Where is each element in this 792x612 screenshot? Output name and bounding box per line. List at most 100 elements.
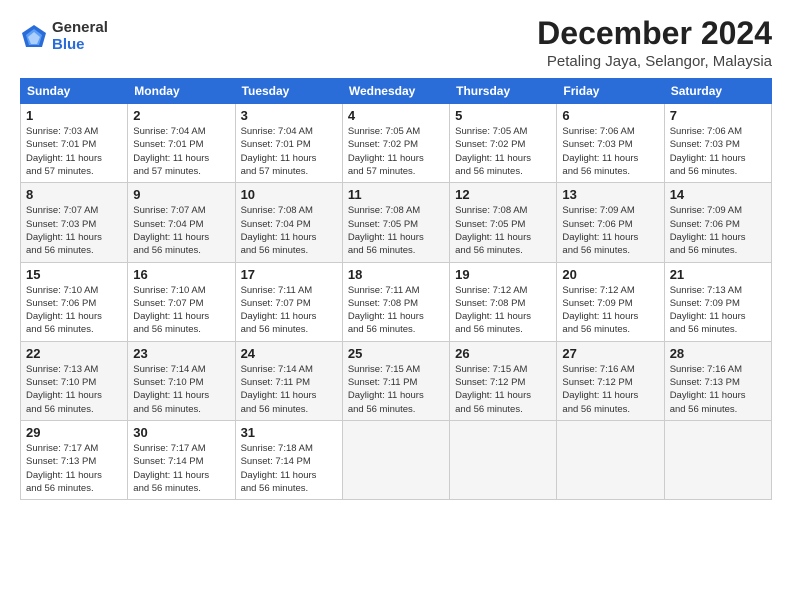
day-info: Sunrise: 7:03 AMSunset: 7:01 PMDaylight:… [26,125,122,178]
day-info: Sunrise: 7:16 AMSunset: 7:13 PMDaylight:… [670,363,766,416]
table-row: 22 Sunrise: 7:13 AMSunset: 7:10 PMDayligh… [21,341,128,420]
day-number: 31 [241,425,337,440]
day-number: 24 [241,346,337,361]
day-number: 6 [562,108,658,123]
day-number: 1 [26,108,122,123]
logo-blue: Blue [52,37,108,54]
day-info: Sunrise: 7:13 AMSunset: 7:10 PMDaylight:… [26,363,122,416]
table-row: 18 Sunrise: 7:11 AMSunset: 7:08 PMDayligh… [342,262,449,341]
day-info: Sunrise: 7:11 AMSunset: 7:07 PMDaylight:… [241,284,337,337]
calendar-week-4: 22 Sunrise: 7:13 AMSunset: 7:10 PMDayligh… [21,341,772,420]
table-row: 11 Sunrise: 7:08 AMSunset: 7:05 PMDayligh… [342,183,449,262]
day-info: Sunrise: 7:14 AMSunset: 7:11 PMDaylight:… [241,363,337,416]
col-monday: Monday [128,79,235,104]
col-friday: Friday [557,79,664,104]
main-title: December 2024 [537,16,772,51]
day-info: Sunrise: 7:07 AMSunset: 7:03 PMDaylight:… [26,204,122,257]
day-number: 16 [133,267,229,282]
col-sunday: Sunday [21,79,128,104]
day-info: Sunrise: 7:12 AMSunset: 7:08 PMDaylight:… [455,284,551,337]
table-row: 14Sunrise: 7:09 AMSunset: 7:06 PMDayligh… [664,183,771,262]
table-row: 10 Sunrise: 7:08 AMSunset: 7:04 PMDayligh… [235,183,342,262]
day-number: 3 [241,108,337,123]
day-info: Sunrise: 7:04 AMSunset: 7:01 PMDaylight:… [133,125,229,178]
table-row: 29 Sunrise: 7:17 AMSunset: 7:13 PMDayligh… [21,420,128,499]
table-row: 13 Sunrise: 7:09 AMSunset: 7:06 PMDayligh… [557,183,664,262]
day-number: 20 [562,267,658,282]
table-row: 31Sunrise: 7:18 AMSunset: 7:14 PMDayligh… [235,420,342,499]
logo-general: General [52,20,108,37]
table-row: 30 Sunrise: 7:17 AMSunset: 7:14 PMDayligh… [128,420,235,499]
day-info: Sunrise: 7:06 AMSunset: 7:03 PMDaylight:… [562,125,658,178]
day-info: Sunrise: 7:15 AMSunset: 7:11 PMDaylight:… [348,363,444,416]
day-info: Sunrise: 7:14 AMSunset: 7:10 PMDaylight:… [133,363,229,416]
logo-icon [20,23,48,51]
title-block: December 2024 Petaling Jaya, Selangor, M… [537,16,772,70]
day-info: Sunrise: 7:09 AMSunset: 7:06 PMDaylight:… [670,204,766,257]
calendar-page: General Blue December 2024 Petaling Jaya… [0,0,792,612]
col-tuesday: Tuesday [235,79,342,104]
day-info: Sunrise: 7:05 AMSunset: 7:02 PMDaylight:… [455,125,551,178]
day-number: 8 [26,187,122,202]
day-number: 5 [455,108,551,123]
table-row: 26 Sunrise: 7:15 AMSunset: 7:12 PMDayligh… [450,341,557,420]
table-row: 2 Sunrise: 7:04 AMSunset: 7:01 PMDaylight… [128,104,235,183]
day-number: 10 [241,187,337,202]
day-info: Sunrise: 7:06 AMSunset: 7:03 PMDaylight:… [670,125,766,178]
day-number: 23 [133,346,229,361]
day-info: Sunrise: 7:16 AMSunset: 7:12 PMDaylight:… [562,363,658,416]
day-number: 15 [26,267,122,282]
table-row [557,420,664,499]
table-row: 1 Sunrise: 7:03 AMSunset: 7:01 PMDaylight… [21,104,128,183]
day-number: 25 [348,346,444,361]
day-info: Sunrise: 7:13 AMSunset: 7:09 PMDaylight:… [670,284,766,337]
day-info: Sunrise: 7:05 AMSunset: 7:02 PMDaylight:… [348,125,444,178]
day-info: Sunrise: 7:09 AMSunset: 7:06 PMDaylight:… [562,204,658,257]
day-info: Sunrise: 7:08 AMSunset: 7:05 PMDaylight:… [348,204,444,257]
day-info: Sunrise: 7:15 AMSunset: 7:12 PMDaylight:… [455,363,551,416]
col-thursday: Thursday [450,79,557,104]
logo: General Blue [20,20,108,53]
table-row: 15 Sunrise: 7:10 AMSunset: 7:06 PMDayligh… [21,262,128,341]
table-row [450,420,557,499]
day-info: Sunrise: 7:11 AMSunset: 7:08 PMDaylight:… [348,284,444,337]
day-number: 26 [455,346,551,361]
header: General Blue December 2024 Petaling Jaya… [20,16,772,70]
table-row: 25 Sunrise: 7:15 AMSunset: 7:11 PMDayligh… [342,341,449,420]
table-row: 8 Sunrise: 7:07 AMSunset: 7:03 PMDaylight… [21,183,128,262]
day-number: 21 [670,267,766,282]
table-row: 19 Sunrise: 7:12 AMSunset: 7:08 PMDayligh… [450,262,557,341]
subtitle: Petaling Jaya, Selangor, Malaysia [537,53,772,70]
col-wednesday: Wednesday [342,79,449,104]
day-number: 2 [133,108,229,123]
day-number: 28 [670,346,766,361]
table-row: 12Sunrise: 7:08 AMSunset: 7:05 PMDayligh… [450,183,557,262]
table-row: 28 Sunrise: 7:16 AMSunset: 7:13 PMDayligh… [664,341,771,420]
day-info: Sunrise: 7:10 AMSunset: 7:06 PMDaylight:… [26,284,122,337]
day-info: Sunrise: 7:17 AMSunset: 7:14 PMDaylight:… [133,442,229,495]
calendar-week-3: 15 Sunrise: 7:10 AMSunset: 7:06 PMDayligh… [21,262,772,341]
table-row: 20Sunrise: 7:12 AMSunset: 7:09 PMDayligh… [557,262,664,341]
day-number: 18 [348,267,444,282]
day-info: Sunrise: 7:10 AMSunset: 7:07 PMDaylight:… [133,284,229,337]
day-number: 13 [562,187,658,202]
table-row: 27Sunrise: 7:16 AMSunset: 7:12 PMDayligh… [557,341,664,420]
day-number: 11 [348,187,444,202]
day-number: 22 [26,346,122,361]
day-number: 17 [241,267,337,282]
col-saturday: Saturday [664,79,771,104]
day-number: 29 [26,425,122,440]
day-number: 30 [133,425,229,440]
table-row [664,420,771,499]
calendar-week-1: 1 Sunrise: 7:03 AMSunset: 7:01 PMDaylight… [21,104,772,183]
day-info: Sunrise: 7:07 AMSunset: 7:04 PMDaylight:… [133,204,229,257]
day-info: Sunrise: 7:17 AMSunset: 7:13 PMDaylight:… [26,442,122,495]
day-info: Sunrise: 7:04 AMSunset: 7:01 PMDaylight:… [241,125,337,178]
day-number: 4 [348,108,444,123]
calendar-table: Sunday Monday Tuesday Wednesday Thursday… [20,78,772,500]
calendar-week-5: 29 Sunrise: 7:17 AMSunset: 7:13 PMDayligh… [21,420,772,499]
table-row: 24 Sunrise: 7:14 AMSunset: 7:11 PMDayligh… [235,341,342,420]
day-info: Sunrise: 7:08 AMSunset: 7:04 PMDaylight:… [241,204,337,257]
day-info: Sunrise: 7:08 AMSunset: 7:05 PMDaylight:… [455,204,551,257]
day-number: 19 [455,267,551,282]
